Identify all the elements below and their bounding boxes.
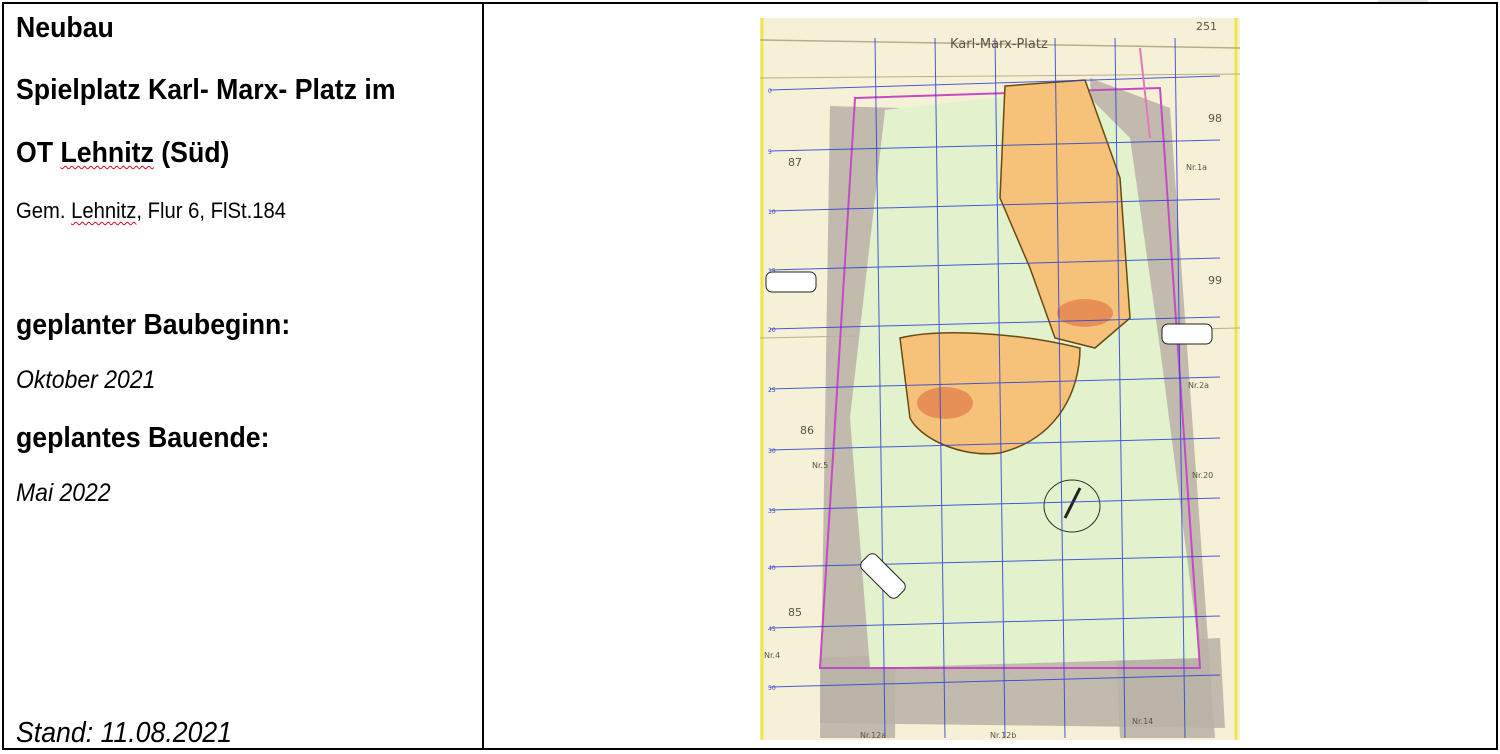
parcel-info: Gem. Lehnitz, Flur 6, FlSt.184 [16,198,287,223]
parcel-label: 99 [1208,274,1222,287]
end-value: Mai 2022 [16,479,111,507]
svg-text:50: 50 [768,685,776,692]
site-plan-map: Karl-Marx-Platz 251 98 87 99 86 85 Nr.1a… [760,18,1240,740]
house-number: Nr.4 [764,651,780,660]
svg-text:10: 10 [768,209,776,216]
parcel-label: 98 [1208,112,1222,125]
project-location: OT Lehnitz (Süd) [16,137,230,169]
house-number: Nr.1a [1186,163,1207,172]
start-label: geplanter Baubeginn: [16,309,291,341]
parcel-label: 251 [1196,20,1217,33]
svg-text:45: 45 [768,626,776,633]
project-title: Spielplatz Karl- Marx- Platz im [16,74,396,106]
house-number: Nr.2a [1188,381,1209,390]
column-divider [482,4,484,748]
house-number: Nr.12b [990,731,1016,740]
parcel-label: 86 [800,424,814,437]
svg-text:30: 30 [768,448,776,455]
svg-text:40: 40 [768,565,776,572]
sand-zone [917,387,973,419]
house-number: Nr.12a [860,731,886,740]
house-number: Nr.14 [1132,717,1153,726]
svg-text:5: 5 [768,149,772,156]
svg-text:20: 20 [768,327,776,334]
parcel-label: 87 [788,156,802,169]
house-number: Nr.5 [812,461,828,470]
project-type: Neubau [16,12,114,44]
house-number: Nr.20 [1192,471,1213,480]
project-info-cell: Neubau Spielplatz Karl- Marx- Platz im O… [16,4,476,749]
sand-zone [1057,299,1113,327]
svg-text:25: 25 [768,387,776,394]
spellcheck-word: Lehnitz [60,137,154,169]
end-label: geplantes Bauende: [16,422,270,454]
svg-text:35: 35 [768,508,776,515]
spellcheck-word: Lehnitz [71,198,137,223]
status-date: Stand: 11.08.2021 [16,717,233,749]
start-value: Oktober 2021 [16,366,156,394]
document-table: Neubau Spielplatz Karl- Marx- Platz im O… [2,2,1498,750]
svg-text:0: 0 [768,88,772,95]
parcel-label: 85 [788,606,802,619]
street-label: Karl-Marx-Platz [950,37,1048,52]
